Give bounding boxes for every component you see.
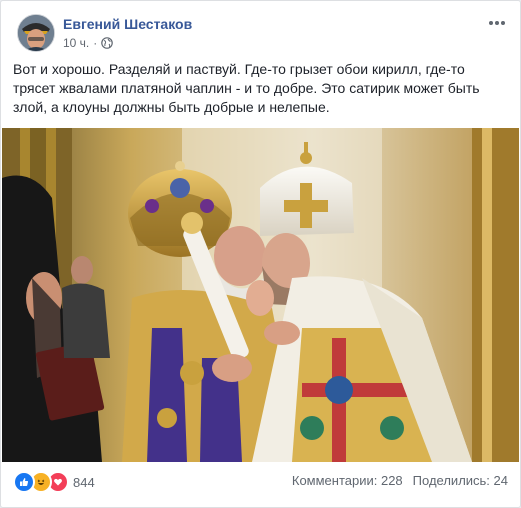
like-icon [13,471,35,493]
reaction-count: 844 [73,474,95,490]
post-text: Вот и хорошо. Разделяй и паствуй. Где-то… [13,61,480,115]
shares-count-link[interactable]: Поделились: 24 [413,473,508,488]
author-avatar[interactable] [17,14,55,52]
author-name[interactable]: Евгений Шестаков [63,16,192,32]
post-stats: Комментарии: 228 Поделились: 24 [292,473,508,488]
meta-separator: · [93,36,98,50]
more-options-icon[interactable] [486,14,508,32]
post-meta: 10 ч. · [63,36,114,50]
comments-count-link[interactable]: Комментарии: 228 [292,473,403,488]
post-time[interactable]: 10 ч. [63,36,89,50]
post-footer: 844 Комментарии: 228 Поделились: 24 [13,471,508,493]
globe-icon [101,37,114,49]
reactions-summary[interactable]: 844 [13,471,95,493]
post-header: Евгений Шестаков 10 ч. · [13,12,508,54]
facebook-post: Евгений Шестаков 10 ч. · Вот и хорошо. Р… [0,0,521,508]
avatar-image [18,15,54,51]
post-photo[interactable] [2,128,519,462]
